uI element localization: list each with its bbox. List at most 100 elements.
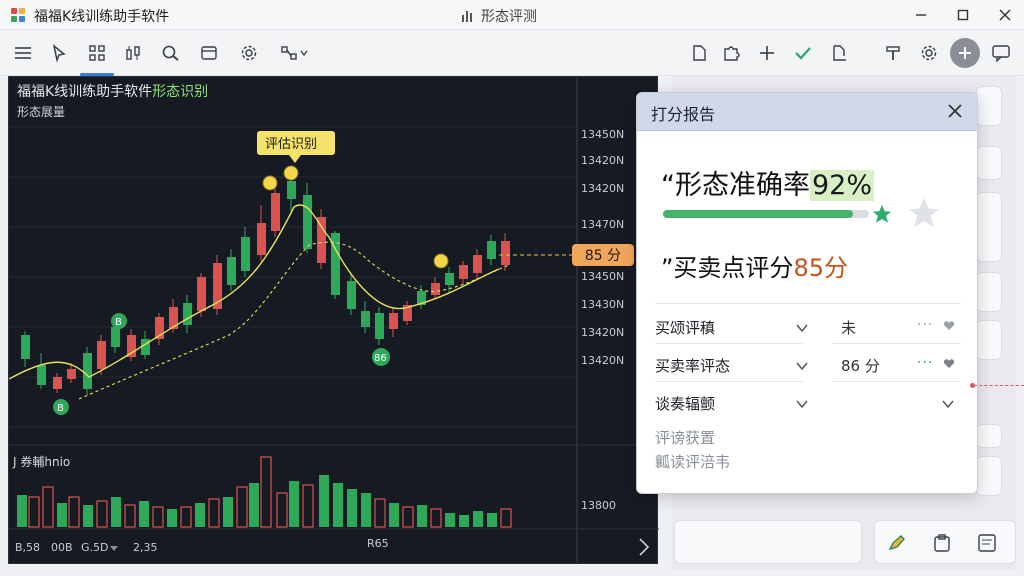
side-card <box>976 456 1002 496</box>
add-button[interactable] <box>754 40 780 66</box>
heart-icon[interactable] <box>943 321 955 331</box>
bottom-input-card[interactable] <box>674 520 862 564</box>
pointer-tool-button[interactable] <box>46 40 72 66</box>
heart-icon[interactable] <box>943 359 955 369</box>
indicator-button[interactable] <box>120 40 146 66</box>
accuracy-progress-fill <box>663 210 853 218</box>
candle-body <box>227 257 236 285</box>
candlestick-icon <box>126 46 140 60</box>
checkmark-icon <box>795 47 811 60</box>
score-report-dialog: 打分报告 “形态准确率92% ”买卖点评分85分 买颂评稹 未 ··· 买卖率评… <box>636 92 978 494</box>
candle-body <box>183 303 192 325</box>
candle-body <box>473 255 482 273</box>
volume-bar <box>487 513 497 527</box>
preferences-button[interactable] <box>916 40 942 66</box>
volume-bar <box>57 503 67 527</box>
evaluation-setting-link[interactable]: 评谤获置 <box>655 427 715 448</box>
price-axis-label: 13420N <box>581 354 624 367</box>
chevron-down-icon[interactable] <box>795 359 809 373</box>
more-dots[interactable]: ··· <box>917 355 933 371</box>
bottom-label: 2,35 <box>133 541 158 554</box>
dialog-title: 打分报告 <box>651 105 716 124</box>
window-button[interactable] <box>196 40 222 66</box>
volume-bar <box>17 495 27 527</box>
divider <box>833 381 961 382</box>
buy-marker-label: B <box>115 317 122 328</box>
candle-body <box>83 353 92 389</box>
search-button[interactable] <box>158 40 184 66</box>
confirm-button[interactable] <box>790 40 816 66</box>
evaluation-detail-link[interactable]: 瓤读评涪韦 <box>655 451 730 472</box>
volume-bar <box>152 506 164 528</box>
cursor-icon <box>52 44 66 62</box>
volume-bar <box>302 484 314 528</box>
close-icon[interactable] <box>945 101 965 121</box>
accuracy-progress-bar <box>663 210 869 218</box>
bottom-center-label: R65 <box>367 537 389 550</box>
export-button[interactable] <box>826 40 852 66</box>
plus-icon <box>760 46 774 60</box>
volume-bar <box>28 496 40 528</box>
volume-label: J 券輔hnio <box>13 455 71 469</box>
brush-button[interactable] <box>880 40 906 66</box>
candle-body <box>445 273 454 285</box>
chevron-down-icon[interactable] <box>795 397 809 411</box>
row-label: 买卖率评态 <box>655 357 731 375</box>
chart-bottom-bar: B,58 00B G.5D 2,35 R65 <box>9 531 659 563</box>
chevron-down-icon[interactable] <box>795 321 809 335</box>
candle-body <box>97 341 106 369</box>
puzzle-icon <box>724 46 740 61</box>
side-card <box>976 272 1002 312</box>
comment-button[interactable] <box>988 40 1014 66</box>
note-icon[interactable] <box>977 533 997 553</box>
volume-bar <box>180 506 192 528</box>
maximize-icon <box>957 9 969 21</box>
plugin-button[interactable] <box>718 40 744 66</box>
new-item-button[interactable] <box>950 38 980 68</box>
minimize-button[interactable] <box>908 4 934 26</box>
pencil-edit-icon[interactable] <box>887 533 907 553</box>
price-axis-label: 13420N <box>581 182 624 195</box>
volume-bar <box>459 515 469 527</box>
bulb-marker-icon <box>433 253 449 269</box>
candle-body <box>361 311 370 327</box>
trade-point-label: ”买卖点评分 <box>661 254 794 282</box>
candle-body <box>241 237 250 271</box>
app-window: 福福K线训练助手软件 形态评测 福福K线训练助手软件形态识别 形态展量 1345… <box>0 0 1024 576</box>
more-dots[interactable]: ··· <box>917 317 933 333</box>
volume-bar <box>68 496 80 528</box>
trade-point-value: 85分 <box>793 254 848 282</box>
divider <box>655 343 803 344</box>
layout-dropdown[interactable] <box>272 40 316 66</box>
bottom-actions-card <box>874 520 1016 564</box>
buy-marker-label: B <box>57 403 64 414</box>
caret-down-icon[interactable] <box>109 545 119 553</box>
volume-bar <box>417 505 427 527</box>
volume-bar <box>249 483 259 527</box>
close-window-button[interactable] <box>992 4 1018 26</box>
price-axis-label: 13420N <box>581 326 624 339</box>
menu-button[interactable] <box>10 40 36 66</box>
candle-body <box>257 223 266 255</box>
side-card <box>976 192 1002 262</box>
price-axis-label: 13450N <box>581 270 624 283</box>
side-card <box>976 424 1002 448</box>
window-center-title: 形态评测 <box>461 6 537 26</box>
chevron-down-icon <box>300 50 308 57</box>
maximize-button[interactable] <box>950 4 976 26</box>
star-filled-icon <box>872 204 892 223</box>
comment-icon <box>992 45 1010 62</box>
candle-body <box>389 313 398 329</box>
candle-body <box>127 335 136 357</box>
bulb-marker-icon <box>262 175 278 191</box>
volume-bar <box>445 513 455 527</box>
clipboard-icon[interactable] <box>933 533 951 553</box>
divider <box>833 343 961 344</box>
candlestick-chart[interactable]: 13450N 13420N 13420N 13470N 13420N 13450N 1343… <box>9 77 659 563</box>
chevron-right-icon[interactable] <box>637 537 651 557</box>
chevron-down-icon[interactable] <box>941 397 955 411</box>
document-button[interactable] <box>686 40 712 66</box>
kline-chart-panel[interactable]: 福福K线训练助手软件形态识别 形态展量 13450N 13420N 13420N 13… <box>8 76 659 564</box>
grid-view-button[interactable] <box>80 40 114 76</box>
settings-button[interactable] <box>236 40 262 66</box>
